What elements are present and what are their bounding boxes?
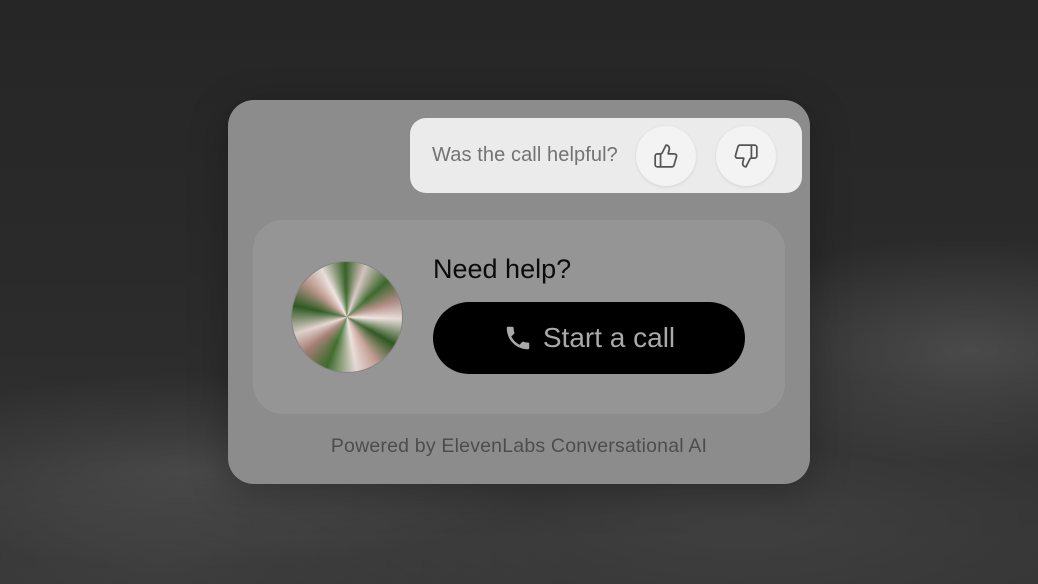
thumbs-down-icon: [734, 143, 758, 168]
thumbs-up-icon: [654, 143, 678, 168]
feedback-bar: Was the call helpful?: [410, 118, 802, 193]
start-call-button[interactable]: Start a call: [433, 302, 745, 374]
phone-icon: [506, 326, 530, 350]
thumbs-down-button[interactable]: [715, 125, 776, 186]
powered-by-footer: Powered by ElevenLabs Conversational AI: [330, 435, 708, 457]
voice-widget: Was the call helpful? Need help? Start a…: [228, 100, 810, 484]
feedback-question: Was the call helpful?: [432, 144, 618, 166]
call-card: Need help? Start a call: [253, 220, 785, 414]
card-title: Need help?: [433, 254, 572, 284]
thumbs-up-button[interactable]: [635, 125, 696, 186]
agent-avatar: [292, 262, 402, 372]
start-call-label: Start a call: [542, 322, 676, 353]
